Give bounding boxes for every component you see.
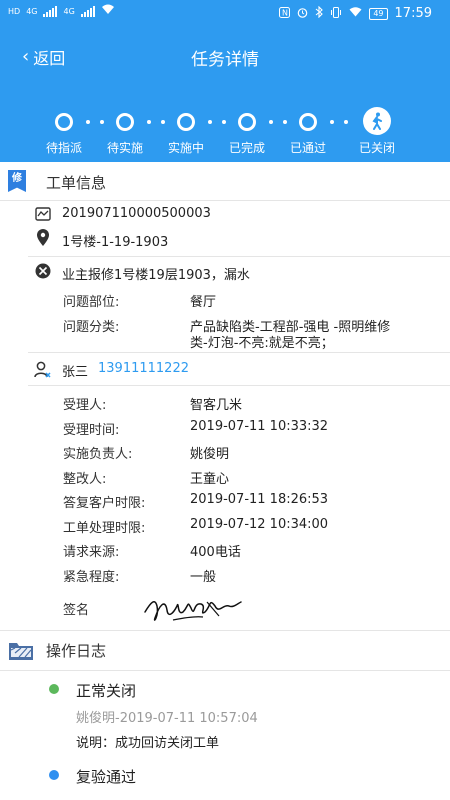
signature-image (144, 600, 242, 621)
user-icon (34, 361, 51, 378)
divider (0, 670, 450, 671)
step-connector-dot (161, 120, 165, 124)
detail-value: 2019-07-11 18:26:53 (190, 492, 329, 507)
header-bar: HD 4G 4G N 49 17:59 ‹ 返回 任务详情 待指派 待实施 实施… (0, 0, 450, 162)
page-title: 任务详情 (191, 50, 259, 70)
problem-category-line2: 类-灯泡-不亮:就是不亮； (190, 336, 334, 351)
location-text: 1号楼-1-19-1903 (62, 235, 169, 250)
step-2-circle (116, 113, 134, 131)
vibrate-icon (330, 6, 342, 21)
folder-icon (9, 643, 33, 660)
step-6-active (363, 107, 391, 135)
repair-badge-icon: 修 (8, 170, 26, 192)
problem-category-label: 问题分类: (63, 320, 120, 335)
step-label-5: 已通过 (289, 141, 326, 155)
wifi-icon (101, 4, 115, 18)
log-entry-title: 复验通过 (76, 768, 137, 786)
divider (0, 200, 450, 201)
contact-name: 张三 (62, 365, 89, 380)
work-order-title: 工单信息 (46, 173, 107, 192)
detail-label: 整改人: (63, 472, 107, 487)
detail-label: 答复客户时限: (63, 496, 146, 511)
bluetooth-icon (315, 5, 324, 21)
status-bar: HD 4G 4G N 49 17:59 (0, 0, 450, 30)
detail-value: 2019-07-11 10:33:32 (190, 419, 329, 434)
step-label-6: 已关闭 (358, 141, 395, 155)
step-label-2: 待实施 (106, 141, 143, 155)
step-connector-dot (147, 120, 151, 124)
log-entry-meta: 姚俊明-2019-07-11 10:57:04 (76, 711, 258, 726)
contact-phone-link[interactable]: 13911111222 (98, 361, 189, 380)
detail-value: 王童心 (190, 472, 230, 487)
progress-stepper: 待指派 待实施 实施中 已完成 已通过 已关闭 (0, 106, 450, 156)
detail-label: 受理时间: (63, 423, 120, 438)
step-connector-dot (86, 120, 90, 124)
step-1-circle (55, 113, 73, 131)
log-title: 操作日志 (46, 641, 107, 660)
step-connector-dot (283, 120, 287, 124)
detail-value: 智客几米 (190, 398, 243, 413)
problem-location-value: 餐厅 (190, 295, 217, 310)
step-connector-dot (269, 120, 273, 124)
wifi-icon-right (349, 7, 362, 20)
detail-value: 2019-07-12 10:34:00 (190, 517, 329, 532)
signal-icon (43, 5, 58, 17)
detail-label: 工单处理时限: (63, 521, 146, 536)
repair-description: 业主报修1号楼19层1903，漏水 (62, 268, 250, 283)
detail-label: 请求来源: (63, 545, 120, 560)
order-number: 201907110000500003 (62, 206, 211, 221)
detail-label: 紧急程度: (63, 570, 120, 585)
divider (28, 256, 450, 257)
step-connector-dot (344, 120, 348, 124)
divider (28, 352, 450, 353)
step-label-4: 已完成 (228, 141, 265, 155)
step-label-1: 待指派 (45, 141, 82, 155)
hd-label: HD (8, 6, 21, 16)
step-connector-dot (100, 120, 104, 124)
step-connector-dot (222, 120, 226, 124)
contact-row: 张三 13911111222 (62, 361, 189, 380)
battery-icon: 49 (369, 7, 388, 20)
detail-value: 姚俊明 (190, 447, 230, 462)
wrench-icon (35, 263, 51, 279)
signature-label: 签名 (63, 603, 90, 618)
detail-label: 实施负责人: (63, 447, 133, 462)
step-4-circle (238, 113, 256, 131)
log-entry-desc: 说明：成功回访关闭工单 (76, 736, 220, 751)
network-label-1: 4G (26, 6, 38, 16)
problem-location-label: 问题部位: (63, 295, 120, 310)
step-connector-dot (208, 120, 212, 124)
status-dot (49, 684, 59, 694)
log-entry-title: 正常关闭 (76, 682, 137, 700)
network-label-2: 4G (63, 6, 75, 16)
step-connector-dot (330, 120, 334, 124)
status-dot (49, 770, 59, 780)
detail-value: 一般 (190, 570, 217, 585)
detail-label: 受理人: (63, 398, 107, 413)
step-3-circle (177, 113, 195, 131)
step-label-3: 实施中 (167, 141, 204, 155)
clock: 17:59 (394, 6, 432, 21)
location-pin-icon (37, 229, 49, 246)
divider (28, 385, 450, 386)
detail-value: 400电话 (190, 545, 241, 560)
step-5-circle (299, 113, 317, 131)
svg-text:N: N (282, 8, 288, 17)
signal-icon-2 (80, 5, 95, 17)
walking-person-icon (372, 112, 382, 130)
nav-bar: ‹ 返回 任务详情 (0, 40, 450, 72)
order-number-icon (35, 207, 51, 221)
log-header: 操作日志 (0, 631, 450, 669)
alarm-icon (297, 7, 308, 21)
nfc-icon: N (279, 6, 291, 21)
work-order-header: 修 工单信息 (0, 163, 450, 201)
